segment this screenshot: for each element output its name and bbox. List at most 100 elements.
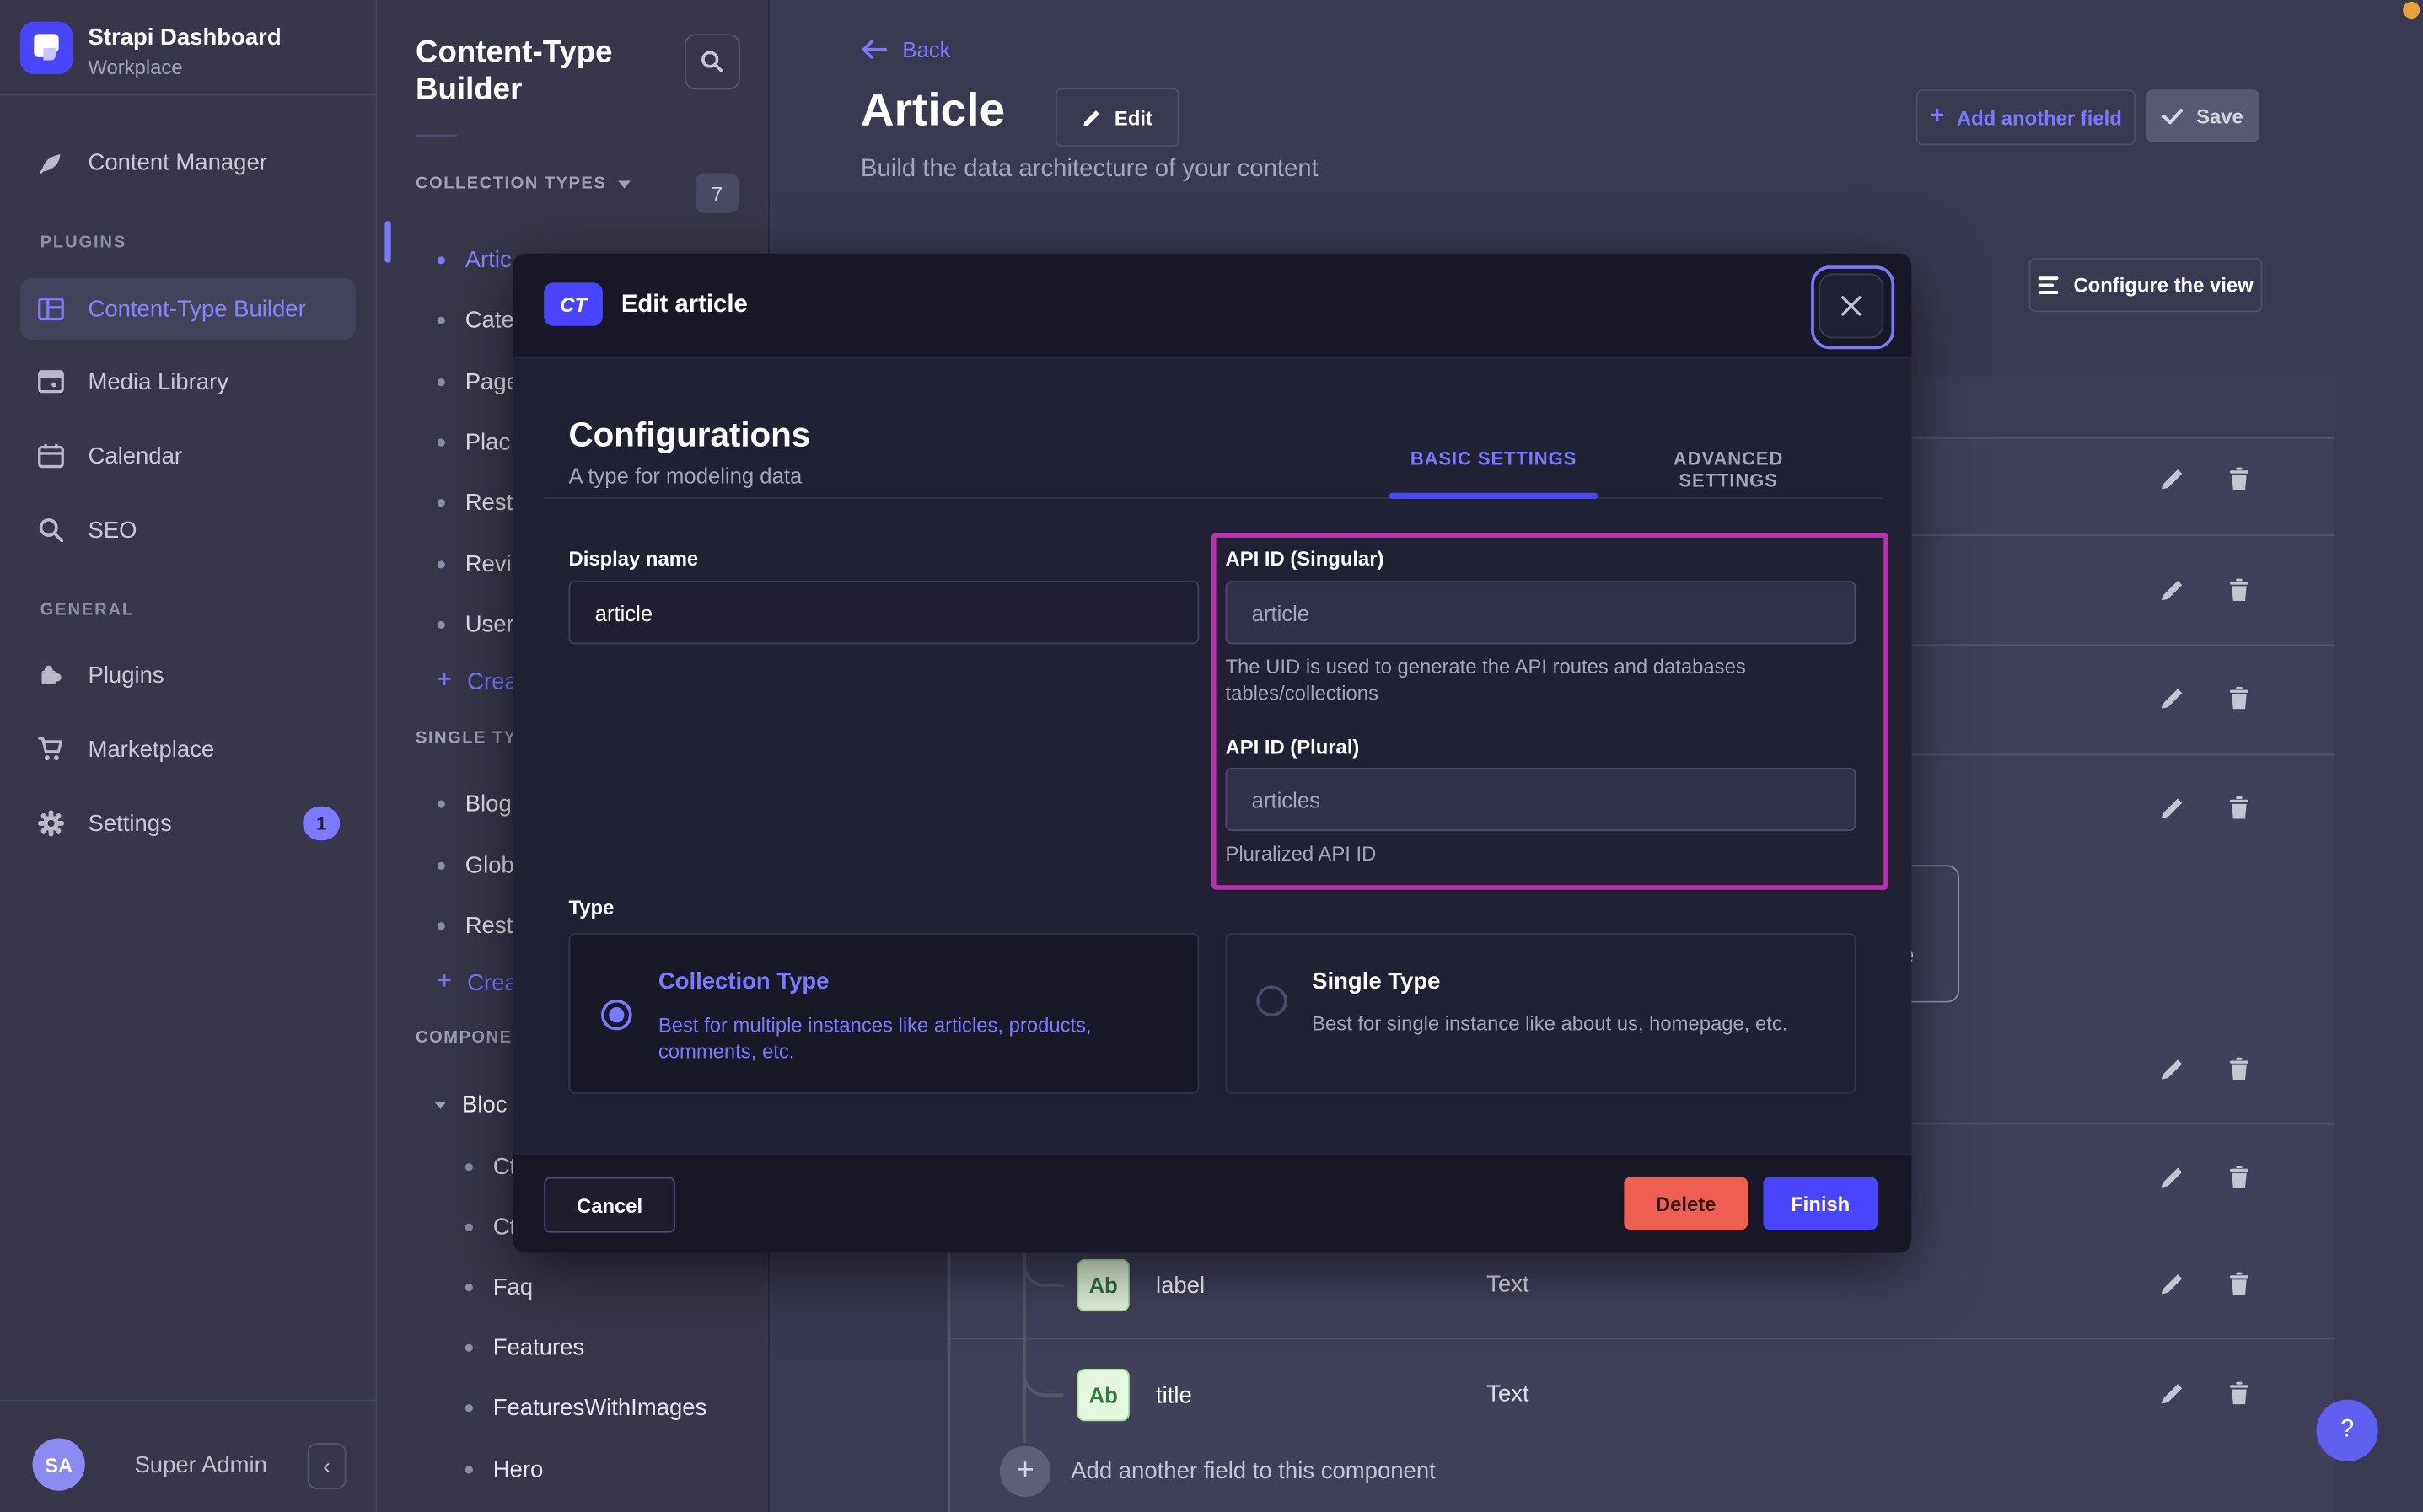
sidebar-item-seo[interactable]: SEO: [37, 499, 137, 560]
add-field-to-component-button[interactable]: + Add another field to this component: [1000, 1446, 1436, 1497]
delete-field-icon[interactable]: [2227, 686, 2251, 710]
component-group-blocks[interactable]: Bloc: [434, 1089, 507, 1120]
chevron-down-icon: [619, 180, 631, 188]
sidebar-item-category[interactable]: Cate: [438, 304, 514, 335]
create-collection-type-link[interactable]: +Creat: [438, 666, 524, 697]
delete-field-icon[interactable]: [2227, 467, 2251, 491]
display-name-input[interactable]: [569, 581, 1200, 644]
avatar[interactable]: SA: [32, 1438, 84, 1490]
component-item-faq[interactable]: Faq: [465, 1271, 533, 1302]
sidebar-item-media-library[interactable]: Media Library: [37, 351, 228, 412]
delete-field-icon[interactable]: [2227, 1057, 2251, 1081]
delete-field-icon[interactable]: [2227, 1271, 2251, 1295]
delete-field-icon[interactable]: [2227, 1165, 2251, 1189]
sidebar-item-plugins[interactable]: Plugins: [37, 644, 164, 705]
radio-collection-type[interactable]: [601, 1000, 632, 1031]
edit-button[interactable]: Edit: [1056, 88, 1179, 147]
configure-view-label: Configure the view: [2073, 273, 2253, 296]
bullet-icon: [465, 1162, 473, 1170]
collection-type-desc: comments, etc.: [658, 1038, 795, 1064]
back-link[interactable]: Back: [861, 37, 951, 62]
single-types-header[interactable]: SINGLE TY: [416, 729, 517, 748]
component-item[interactable]: Ct: [465, 1151, 516, 1182]
configure-view-button[interactable]: Configure the view: [2029, 258, 2263, 312]
edit-field-icon[interactable]: [2160, 578, 2184, 603]
edit-field-icon[interactable]: [2160, 1381, 2184, 1406]
modal-footer: Cancel Delete Finish: [513, 1154, 1912, 1252]
delete-button[interactable]: Delete: [1624, 1177, 1748, 1230]
component-item[interactable]: Ct: [465, 1211, 516, 1242]
workspace-subtitle: Workplace: [88, 56, 182, 78]
sidebar-item-restaurant[interactable]: Rest: [438, 486, 513, 517]
strapi-logo: [20, 22, 73, 74]
collapse-sidebar-button[interactable]: ‹: [308, 1443, 347, 1489]
field-name: label: [1156, 1272, 1205, 1298]
chevron-left-icon: ‹: [323, 1454, 330, 1478]
sidebar-item-blog[interactable]: Blog: [438, 788, 512, 819]
sidebar-item-place[interactable]: Plac: [438, 426, 510, 458]
bullet-icon: [438, 438, 445, 446]
component-item-features[interactable]: Features: [465, 1332, 585, 1363]
help-button[interactable]: ?: [2317, 1400, 2378, 1461]
table-row[interactable]: Ab label: [1077, 1259, 1206, 1311]
component-item-featureswithimages[interactable]: FeaturesWithImages: [465, 1391, 707, 1423]
components-header[interactable]: COMPONE: [416, 1029, 512, 1048]
search-button[interactable]: [685, 34, 740, 89]
sidebar-item-settings[interactable]: Settings: [37, 792, 172, 854]
edit-field-icon[interactable]: [2160, 1057, 2184, 1081]
notification-dot: [2403, 2, 2420, 19]
edit-field-icon[interactable]: [2160, 1271, 2184, 1295]
highlight-annotation-box: [1212, 533, 1888, 889]
bullet-icon: [438, 316, 445, 324]
sidebar-item-global[interactable]: Glob: [438, 850, 514, 881]
components-label: COMPONE: [416, 1029, 512, 1048]
close-button[interactable]: [1819, 273, 1883, 338]
edit-field-icon[interactable]: [2160, 686, 2184, 710]
collection-types-header[interactable]: COLLECTION TYPES: [416, 174, 631, 193]
app-window: Back Article Edit Build the data archite…: [0, 0, 2423, 1512]
collection-type-card[interactable]: Collection Type Best for multiple instan…: [569, 933, 1200, 1094]
edit-field-icon[interactable]: [2160, 796, 2184, 820]
table-row[interactable]: Ab title: [1077, 1369, 1192, 1421]
sidebar-item-article[interactable]: Artic: [438, 244, 512, 276]
configurations-subheading: A type for modeling data: [569, 464, 803, 488]
sidebar-item-page[interactable]: Page: [438, 366, 519, 397]
component-item-hero[interactable]: Hero: [465, 1454, 544, 1485]
delete-field-icon[interactable]: [2227, 1381, 2251, 1406]
divider: [0, 1400, 375, 1402]
plus-icon: +: [1930, 105, 1944, 130]
sidebar-item-review[interactable]: Revi: [438, 549, 512, 580]
bullet-icon: [438, 255, 445, 263]
sidebar-item-calendar[interactable]: Calendar: [37, 425, 182, 486]
pencil-icon: [1082, 107, 1102, 127]
save-button[interactable]: Save: [2146, 89, 2259, 142]
tab-advanced-settings[interactable]: ADVANCED SETTINGS: [1624, 448, 1832, 491]
panel-scrollbar[interactable]: [384, 221, 390, 262]
edit-field-icon[interactable]: [2160, 467, 2184, 491]
plus-icon: +: [438, 970, 452, 995]
sidebar-item-content-type-builder[interactable]: Content-Type Builder: [37, 278, 306, 340]
sidebar-item-restaurant-page[interactable]: Rest: [438, 910, 513, 941]
add-another-field-button[interactable]: + Add another field: [1916, 89, 2136, 145]
sidebar-item-content-manager[interactable]: Content Manager: [37, 131, 267, 193]
tree-elbow: [1023, 1257, 1063, 1287]
bullet-icon: [465, 1403, 473, 1411]
tab-basic-settings[interactable]: BASIC SETTINGS: [1389, 448, 1598, 470]
layout-grid-icon: [37, 295, 65, 323]
edit-field-icon[interactable]: [2160, 1165, 2184, 1189]
modal-title: Edit article: [621, 292, 748, 319]
bullet-icon: [438, 861, 445, 869]
collection-type-desc: Best for multiple instances like article…: [658, 1012, 1092, 1038]
add-field-to-component-label: Add another field to this component: [1071, 1458, 1436, 1484]
single-type-card[interactable]: Single Type Best for single instance lik…: [1225, 933, 1856, 1094]
delete-field-icon[interactable]: [2227, 796, 2251, 820]
radio-single-type[interactable]: [1256, 985, 1287, 1016]
finish-button[interactable]: Finish: [1763, 1177, 1878, 1230]
configurations-heading: Configurations: [569, 416, 811, 456]
sidebar-item-user[interactable]: User: [438, 609, 514, 640]
sidebar-item-marketplace[interactable]: Marketplace: [37, 718, 214, 780]
row-actions: [2160, 467, 2251, 491]
cancel-button[interactable]: Cancel: [544, 1177, 675, 1233]
delete-field-icon[interactable]: [2227, 578, 2251, 603]
subnav-title: Content-Type Builder: [416, 34, 679, 108]
